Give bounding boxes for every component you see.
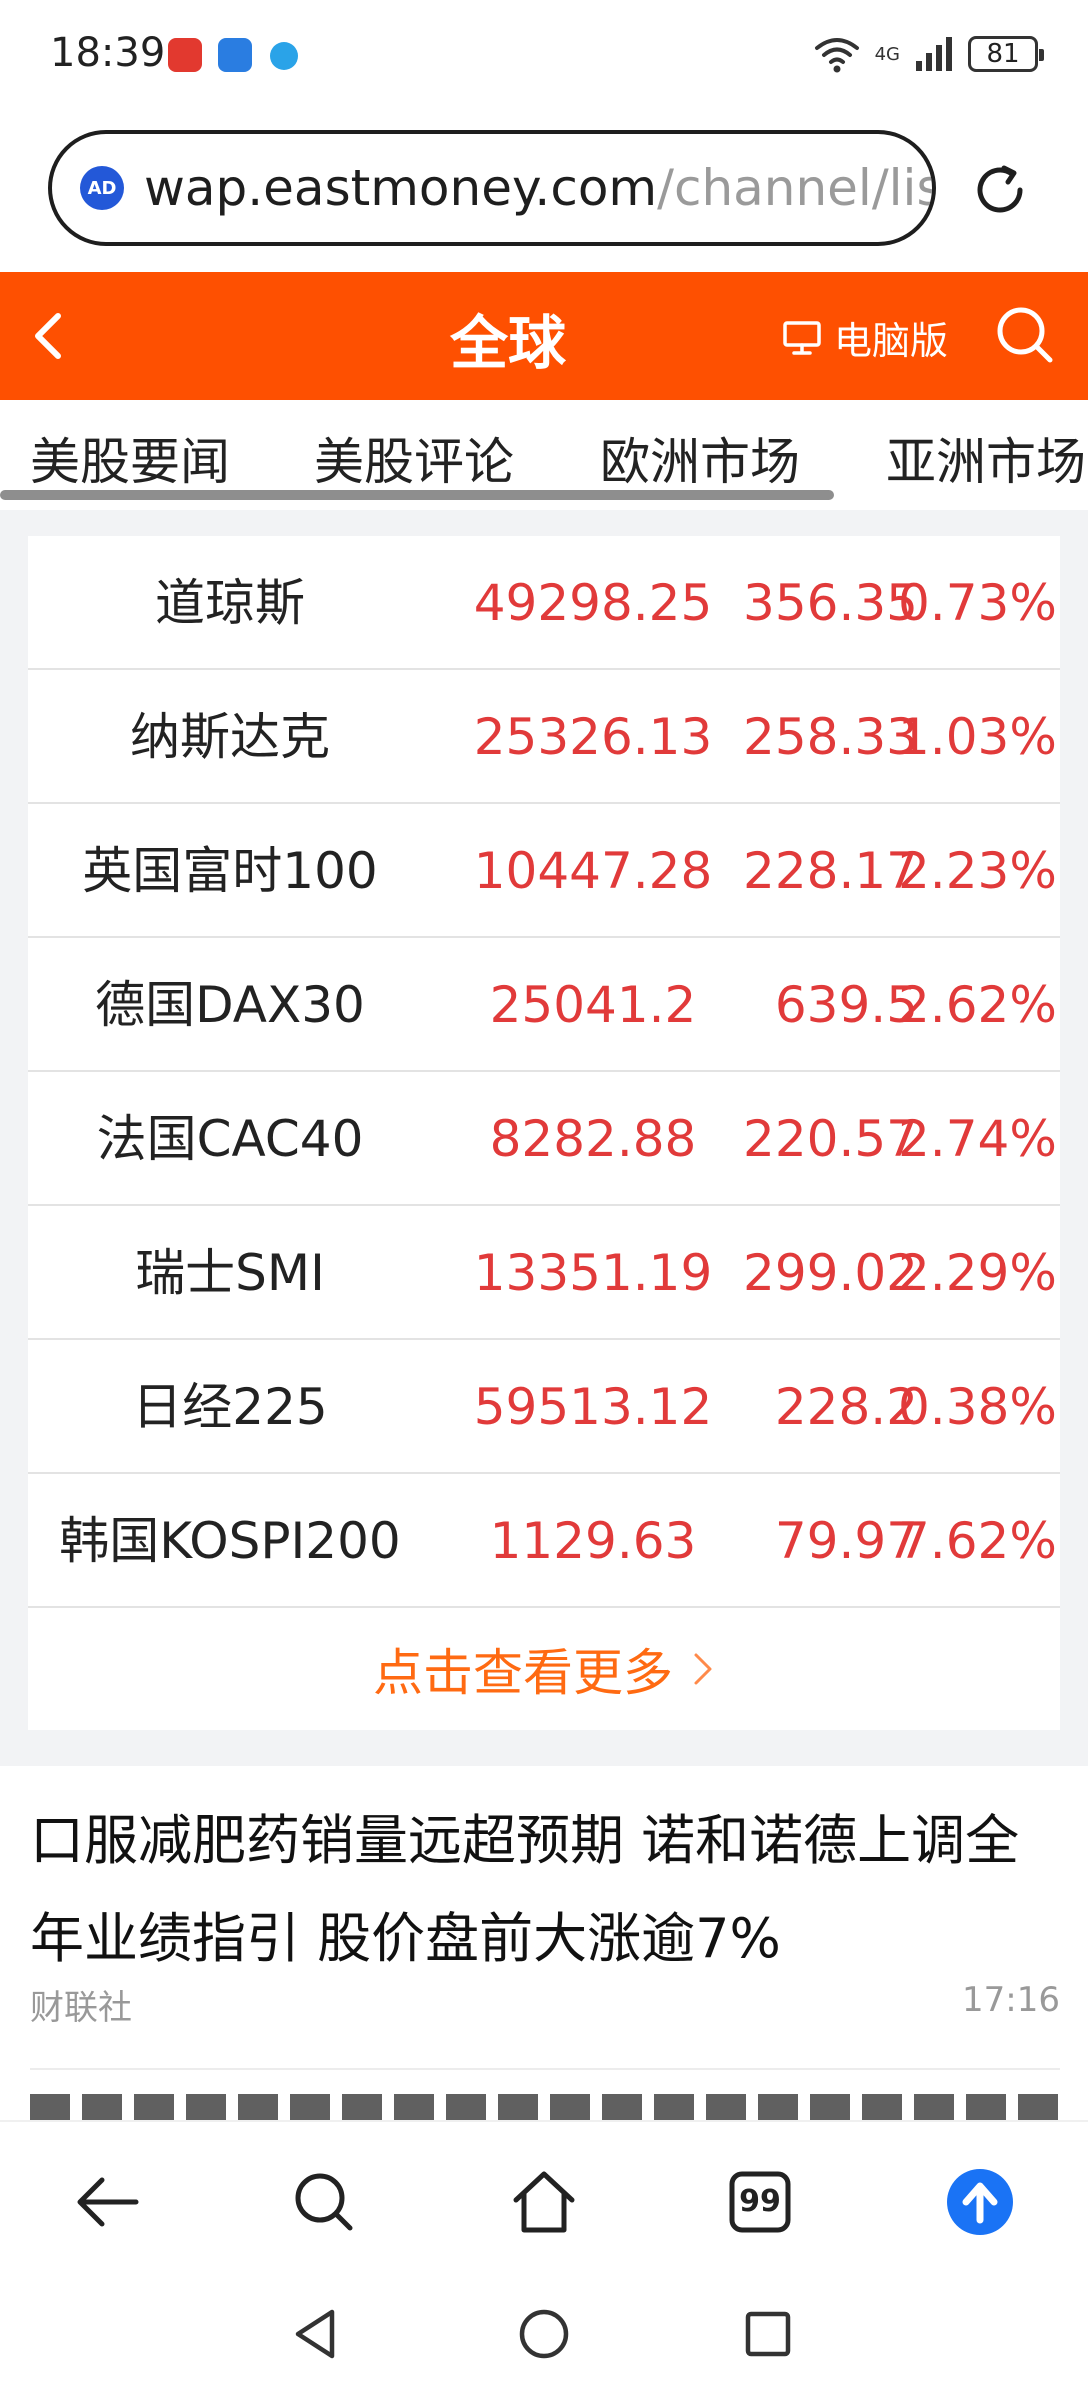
- weather-app-icon: [218, 38, 252, 72]
- home-icon[interactable]: [508, 2166, 580, 2238]
- index-price: 49298.25: [473, 574, 713, 632]
- index-name: 日经225: [132, 1378, 328, 1436]
- browser-app-icon: [270, 42, 298, 70]
- table-row[interactable]: 德国DAX30 25041.2 639.5 2.62%: [28, 938, 1060, 1072]
- index-name: 韩国KOSPI200: [59, 1512, 401, 1570]
- desktop-version-button[interactable]: 电脑版: [782, 310, 948, 365]
- index-price: 13351.19: [473, 1244, 713, 1302]
- network-type-label: 4G: [874, 43, 900, 65]
- next-news-clipped[interactable]: [0, 2094, 1088, 2122]
- browser-toolbar: 99: [0, 2122, 1088, 2282]
- status-bar: 18:39 4G 81: [0, 0, 1088, 110]
- index-percent: 0.38%: [898, 1378, 1057, 1436]
- index-percent: 2.23%: [898, 842, 1057, 900]
- back-arrow-icon[interactable]: [72, 2166, 144, 2238]
- table-row[interactable]: 韩国KOSPI200 1129.63 79.97 7.62%: [28, 1474, 1060, 1608]
- address-bar[interactable]: AD wap.eastmoney.com/channel/lis: [48, 130, 936, 246]
- index-percent: 2.74%: [898, 1110, 1057, 1168]
- tabs-count: 99: [739, 2184, 781, 2219]
- url-text[interactable]: wap.eastmoney.com/channel/lis: [144, 159, 936, 217]
- tab-us-comment[interactable]: 美股评论: [314, 422, 514, 494]
- index-name: 英国富时100: [82, 842, 378, 900]
- index-change: 228.17: [743, 842, 918, 900]
- index-price: 1129.63: [489, 1512, 697, 1570]
- index-change: 356.35: [743, 574, 918, 632]
- nav-home-icon[interactable]: [514, 2304, 574, 2364]
- index-change: 228.2: [774, 1378, 918, 1436]
- table-row[interactable]: 法国CAC40 8282.88 220.57 2.74%: [28, 1072, 1060, 1206]
- index-table: 道琼斯 49298.25 356.35 0.73% 纳斯达克 25326.13 …: [28, 536, 1060, 1730]
- search-icon[interactable]: [288, 2166, 360, 2238]
- system-navigation-bar: [0, 2282, 1088, 2400]
- table-row[interactable]: 道琼斯 49298.25 356.35 0.73%: [28, 536, 1060, 670]
- news-source: 财联社: [30, 1988, 132, 2028]
- battery-icon: 81: [968, 36, 1044, 72]
- index-price: 25326.13: [473, 708, 713, 766]
- tab-europe[interactable]: 欧洲市场: [600, 422, 800, 494]
- table-row[interactable]: 日经225 59513.12 228.2 0.38%: [28, 1340, 1060, 1474]
- table-row[interactable]: 英国富时100 10447.28 228.17 2.23%: [28, 804, 1060, 938]
- view-more-link[interactable]: 点击查看更多: [28, 1608, 1060, 1730]
- index-name: 德国DAX30: [95, 976, 365, 1034]
- nav-recents-icon[interactable]: [738, 2304, 798, 2364]
- url-domain: wap.eastmoney.com: [144, 159, 658, 217]
- channel-header: 全球 电脑版: [0, 272, 1088, 400]
- signal-icon: [916, 37, 952, 71]
- index-name: 道琼斯: [155, 574, 305, 632]
- index-price: 8282.88: [489, 1110, 697, 1168]
- channel-tabs: 美股要闻 美股评论 欧洲市场 亚洲市场: [0, 400, 1088, 504]
- index-price: 25041.2: [489, 976, 697, 1034]
- desktop-version-label: 电脑版: [834, 319, 949, 363]
- news-time: 17:16: [962, 1980, 1060, 2020]
- index-change: 258.33: [743, 708, 918, 766]
- monitor-icon: [783, 320, 821, 355]
- upload-icon[interactable]: [944, 2166, 1016, 2238]
- index-percent: 2.29%: [898, 1244, 1057, 1302]
- wifi-icon: [814, 38, 859, 73]
- index-name: 法国CAC40: [96, 1110, 364, 1168]
- news-headline[interactable]: 口服减肥药销量远超预期 诺和诺德上调全年业绩指引 股价盘前大涨逾7%: [30, 1792, 1060, 1988]
- ad-block-icon[interactable]: AD: [80, 166, 124, 210]
- search-icon[interactable]: [994, 304, 1056, 366]
- status-time: 18:39: [50, 30, 166, 76]
- index-percent: 7.62%: [898, 1512, 1057, 1570]
- divider: [30, 2068, 1060, 2070]
- notification-app-icon: [168, 38, 202, 72]
- chevron-right-icon: [694, 1653, 712, 1685]
- index-change: 79.97: [774, 1512, 918, 1570]
- index-percent: 2.62%: [898, 976, 1057, 1034]
- index-change: 220.57: [743, 1110, 918, 1168]
- url-path: /channel/lis: [657, 159, 936, 217]
- tab-asia[interactable]: 亚洲市场: [886, 422, 1086, 494]
- index-percent: 0.73%: [898, 574, 1057, 632]
- table-row[interactable]: 纳斯达克 25326.13 258.33 1.03%: [28, 670, 1060, 804]
- reload-icon[interactable]: [968, 158, 1032, 222]
- index-change: 639.5: [774, 976, 918, 1034]
- index-percent: 1.03%: [898, 708, 1057, 766]
- view-more-label: 点击查看更多: [373, 1644, 673, 1702]
- index-name: 纳斯达克: [130, 708, 330, 766]
- index-name: 瑞士SMI: [135, 1244, 325, 1302]
- tab-scrollbar[interactable]: [0, 490, 834, 500]
- index-change: 299.02: [743, 1244, 918, 1302]
- tabs-icon[interactable]: 99: [724, 2166, 796, 2238]
- index-price: 59513.12: [473, 1378, 713, 1436]
- index-price: 10447.28: [473, 842, 713, 900]
- nav-back-icon[interactable]: [286, 2304, 346, 2364]
- table-row[interactable]: 瑞士SMI 13351.19 299.02 2.29%: [28, 1206, 1060, 1340]
- tab-us-news[interactable]: 美股要闻: [30, 422, 230, 494]
